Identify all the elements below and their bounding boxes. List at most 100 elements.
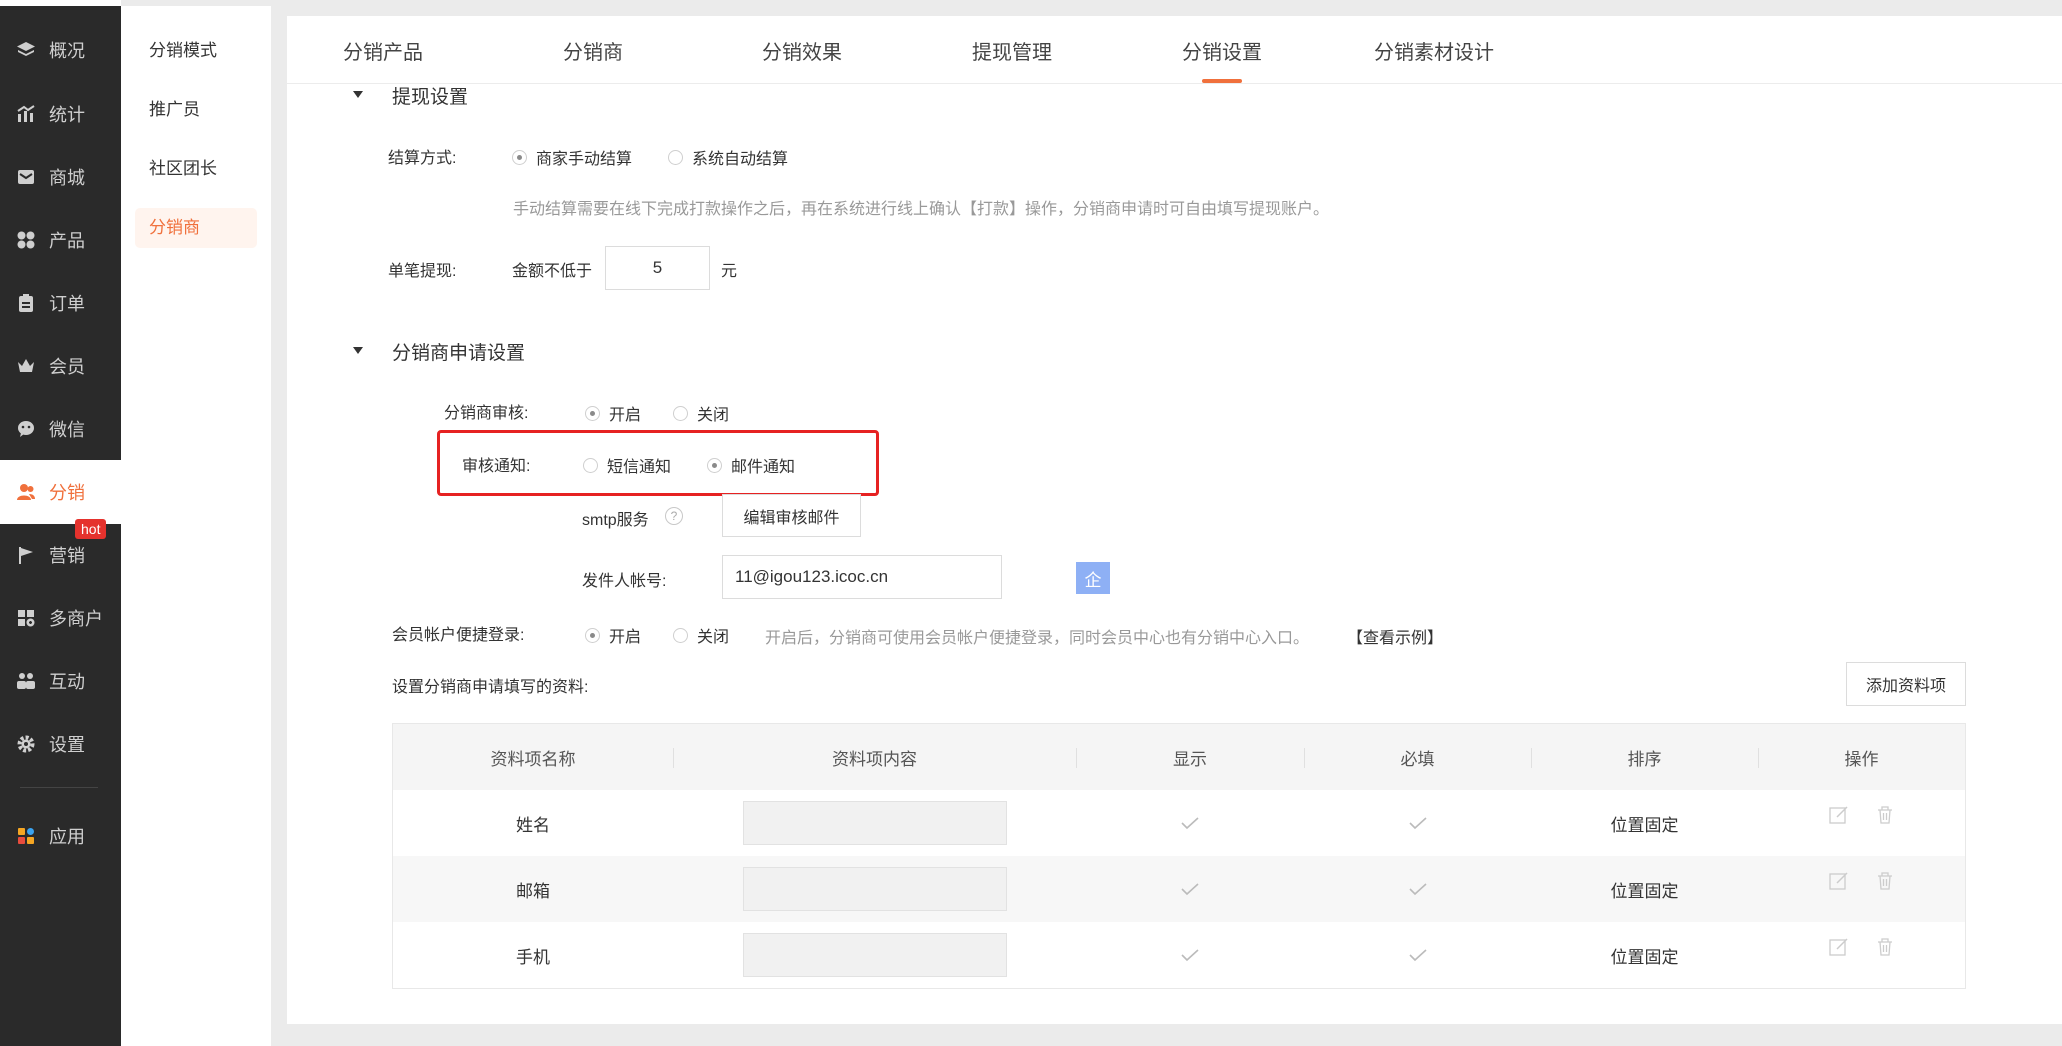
delete-icon[interactable] (1874, 936, 1896, 963)
section-title-withdraw: 提现设置 (392, 87, 469, 108)
content-preview-input (742, 867, 1007, 911)
table-header: 资料项名称 资料项内容 显示 必填 排序 操作 (393, 724, 1965, 790)
main-nav: 概况 统计 商城 产品 订单 会员 微信 分销 营销 hot 多商户 互动 设置… (0, 0, 121, 1046)
help-icon[interactable]: ? (665, 507, 683, 525)
single-withdraw-label: 单笔提现: (388, 263, 457, 280)
subnav-item-promoter[interactable]: 推广员 (135, 90, 257, 130)
quick-login-hint: 开启后，分销商可使用会员帐户便捷登录，同时会员中心也有分销中心入口。 (765, 630, 1310, 647)
tab-products[interactable]: 分销产品 (343, 36, 423, 82)
nav-divider (20, 787, 98, 788)
row-actions (1758, 850, 1965, 916)
row-actions (1758, 916, 1965, 982)
settle-manual-radio[interactable]: 商家手动结算 (512, 145, 632, 169)
tab-effects[interactable]: 分销效果 (762, 36, 842, 82)
radio-indicator (707, 457, 722, 473)
crown-icon (16, 356, 36, 376)
row-content (673, 922, 1076, 988)
subnav-item-distributor[interactable]: 分销商 (135, 208, 257, 248)
notify-sms-radio[interactable]: 短信通知 (583, 453, 671, 477)
nav-item-settings[interactable]: 设置 (0, 716, 121, 772)
audit-on-radio[interactable]: 开启 (585, 401, 641, 425)
fields-label: 设置分销商申请填写的资料: (392, 679, 589, 696)
settle-auto-radio[interactable]: 系统自动结算 (668, 145, 788, 169)
nav-item-stats[interactable]: 统计 (0, 86, 121, 142)
row-sort: 位置固定 (1610, 947, 1679, 967)
nav-item-apps[interactable]: 应用 (0, 808, 121, 864)
radio-indicator (585, 405, 600, 421)
wechat-icon (16, 419, 36, 439)
radio-indicator (673, 405, 688, 421)
th-sort: 排序 (1627, 749, 1662, 769)
grid-icon (16, 230, 36, 250)
row-sort: 位置固定 (1610, 881, 1679, 901)
th-name: 资料项名称 (490, 749, 576, 769)
nav-item-interaction[interactable]: 互动 (0, 653, 121, 709)
subnav-item-community-leader[interactable]: 社区团长 (135, 149, 257, 189)
radio-indicator (583, 457, 598, 473)
nav-item-wechat[interactable]: 微信 (0, 401, 121, 457)
add-field-button[interactable]: 添加资料项 (1846, 662, 1966, 706)
radio-indicator (673, 627, 688, 643)
merchant-icon (16, 608, 36, 628)
mail-store-icon (16, 167, 36, 187)
nav-item-multi-merchant[interactable]: 多商户 (0, 590, 121, 646)
sub-nav: 分销模式 推广员 社区团长 分销商 (121, 6, 271, 1046)
sender-account-input[interactable]: 11@igou123.icoc.cn (722, 555, 1002, 599)
gear-icon (16, 734, 36, 754)
row-actions (1758, 784, 1965, 850)
radio-indicator (512, 149, 527, 165)
row-name: 姓名 (516, 815, 550, 835)
tab-bar: 分销产品 分销商 分销效果 提现管理 分销设置 分销素材设计 (287, 16, 2062, 84)
chart-icon (16, 104, 36, 124)
required-check-icon (1304, 856, 1531, 922)
users-icon (16, 482, 36, 502)
tab-withdraw[interactable]: 提现管理 (972, 36, 1052, 82)
section-title-apply: 分销商申请设置 (392, 343, 526, 364)
edit-icon[interactable] (1828, 804, 1850, 831)
content-preview-input (742, 933, 1007, 977)
row-sort: 位置固定 (1610, 815, 1679, 835)
table-row: 邮箱 位置固定 (393, 856, 1965, 922)
row-content (673, 856, 1076, 922)
nav-item-members[interactable]: 会员 (0, 338, 121, 394)
nav-item-products[interactable]: 产品 (0, 212, 121, 268)
min-amount-input[interactable]: 5 (605, 246, 710, 290)
min-amount-unit: 元 (721, 263, 738, 280)
row-name: 邮箱 (516, 881, 550, 901)
delete-icon[interactable] (1874, 804, 1896, 831)
nav-item-distribution[interactable]: 分销 (0, 464, 121, 520)
layers-icon (16, 40, 36, 60)
show-check-icon (1076, 922, 1304, 988)
nav-item-orders[interactable]: 订单 (0, 275, 121, 331)
sender-label: 发件人帐号: (582, 573, 667, 590)
collapse-caret-icon[interactable] (353, 347, 363, 354)
th-content: 资料项内容 (832, 749, 917, 769)
table-row: 姓名 位置固定 (393, 790, 1965, 856)
settle-hint: 手动结算需要在线下完成打款操作之后，再在系统进行线上确认【打款】操作，分销商申请… (513, 201, 1330, 218)
row-content (673, 790, 1076, 856)
notify-email-radio[interactable]: 邮件通知 (707, 453, 795, 477)
nav-item-overview[interactable]: 概况 (0, 22, 121, 78)
quick-login-off-radio[interactable]: 关闭 (673, 623, 729, 647)
edit-icon[interactable] (1828, 936, 1850, 963)
edit-audit-mail-button[interactable]: 编辑审核邮件 (722, 494, 861, 537)
tab-settings[interactable]: 分销设置 (1182, 36, 1262, 83)
main-panel: 分销产品 分销商 分销效果 提现管理 分销设置 分销素材设计 提现设置 结算方式… (287, 16, 2062, 1024)
audit-off-radio[interactable]: 关闭 (673, 401, 729, 425)
table-row: 手机 位置固定 (393, 922, 1965, 988)
row-name: 手机 (516, 947, 550, 967)
notify-label: 审核通知: (462, 458, 531, 475)
apps-icon (16, 826, 36, 846)
quick-login-on-radio[interactable]: 开启 (585, 623, 641, 647)
edit-icon[interactable] (1828, 870, 1850, 897)
tab-distributors[interactable]: 分销商 (563, 36, 623, 82)
subnav-item-mode[interactable]: 分销模式 (135, 31, 257, 71)
interact-icon (16, 671, 36, 691)
view-example-link[interactable]: 【查看示例】 (1347, 624, 1443, 648)
enterprise-mail-button[interactable]: 企 (1076, 562, 1110, 594)
tab-material-design[interactable]: 分销素材设计 (1374, 36, 1494, 82)
smtp-label: smtp服务 (582, 512, 649, 529)
delete-icon[interactable] (1874, 870, 1896, 897)
collapse-caret-icon[interactable] (353, 91, 363, 98)
nav-item-mall[interactable]: 商城 (0, 149, 121, 205)
